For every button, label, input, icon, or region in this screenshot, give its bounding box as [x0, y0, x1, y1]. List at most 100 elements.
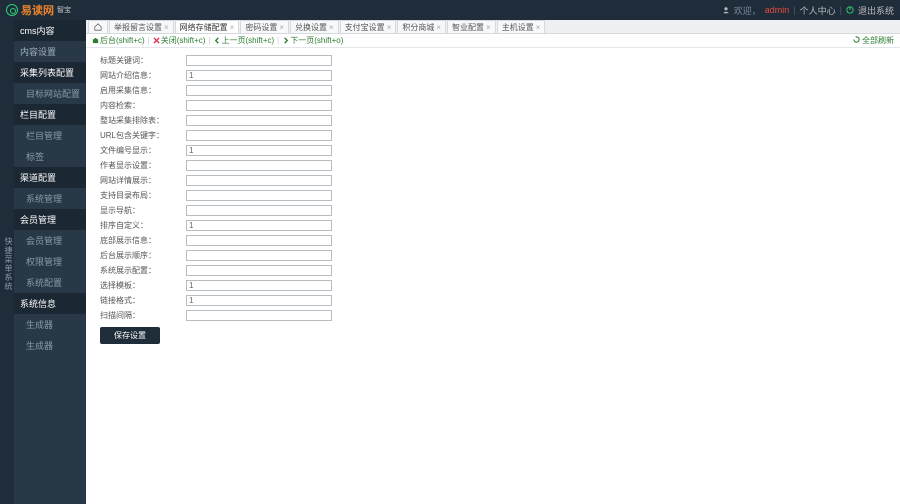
form-row-9: 支持目录布局：	[100, 189, 886, 201]
sidebar-item-0[interactable]: cms内容	[14, 20, 86, 41]
close-icon[interactable]: ×	[329, 23, 334, 32]
field-input-8[interactable]	[186, 175, 332, 186]
account-link[interactable]: 个人中心	[800, 4, 836, 17]
field-label: 作者显示设置：	[100, 160, 186, 171]
field-input-2[interactable]	[186, 85, 332, 96]
toolbar-label: 上一页(shift+c)	[222, 35, 275, 46]
form-row-10: 显示导航：	[100, 204, 886, 216]
form-row-6: 文件编号显示：	[100, 144, 886, 156]
sidebar-item-7[interactable]: 渠道配置	[14, 167, 86, 188]
tab-5[interactable]: 支付宝设置×	[340, 20, 397, 33]
tab-6[interactable]: 积分商城×	[397, 20, 446, 33]
field-input-5[interactable]	[186, 130, 332, 141]
field-input-3[interactable]	[186, 100, 332, 111]
close-icon[interactable]: ×	[486, 23, 491, 32]
sidebar-item-10[interactable]: 会员管理	[14, 230, 86, 251]
form-row-1: 网站介绍信息：	[100, 69, 886, 81]
tab-label: 积分商城	[402, 22, 434, 33]
field-input-1[interactable]	[186, 70, 332, 81]
close-icon[interactable]: ×	[387, 23, 392, 32]
sidebar-item-2[interactable]: 采集列表配置	[14, 62, 86, 83]
field-label: 选择模板：	[100, 280, 186, 291]
field-input-4[interactable]	[186, 115, 332, 126]
close-icon[interactable]: ×	[436, 23, 441, 32]
toolbar-label: 后台(shift+c)	[100, 35, 145, 46]
sidebar-item-11[interactable]: 权限管理	[14, 251, 86, 272]
tab-1[interactable]: 举报留言设置×	[109, 20, 174, 33]
toolbar-item-1[interactable]: 关闭(shift+c)	[153, 35, 206, 46]
sidebar-item-5[interactable]: 栏目管理	[14, 125, 86, 146]
field-label: 支持目录布局：	[100, 190, 186, 201]
close-icon[interactable]: ×	[279, 23, 284, 32]
field-input-0[interactable]	[186, 55, 332, 66]
form-row-14: 系统展示配置：	[100, 264, 886, 276]
field-input-15[interactable]	[186, 280, 332, 291]
form-row-16: 链接格式：	[100, 294, 886, 306]
sidebar-item-9[interactable]: 会员管理	[14, 209, 86, 230]
tabs-bar: 举报留言设置×网络存储配置×密码设置×兑换设置×支付宝设置×积分商城×智业配置×…	[86, 20, 900, 34]
tab-4[interactable]: 兑换设置×	[290, 20, 339, 33]
tab-3[interactable]: 密码设置×	[240, 20, 289, 33]
field-input-7[interactable]	[186, 160, 332, 171]
toolbar-item-0[interactable]: 后台(shift+c)	[92, 35, 145, 46]
sidebar-item-1[interactable]: 内容设置	[14, 41, 86, 62]
field-input-13[interactable]	[186, 250, 332, 261]
close-icon[interactable]: ×	[230, 23, 235, 32]
sidebar-item-15[interactable]: 生成器	[14, 335, 86, 356]
field-label: 链接格式：	[100, 295, 186, 306]
field-input-11[interactable]	[186, 220, 332, 231]
field-input-14[interactable]	[186, 265, 332, 276]
field-input-12[interactable]	[186, 235, 332, 246]
field-label: 启用采集信息：	[100, 85, 186, 96]
close-icon[interactable]: ×	[164, 23, 169, 32]
tab-0[interactable]	[88, 20, 108, 33]
field-label: 扫描间隔：	[100, 310, 186, 321]
submit-button[interactable]: 保存设置	[100, 327, 160, 344]
field-input-6[interactable]	[186, 145, 332, 156]
field-label: 系统展示配置：	[100, 265, 186, 276]
sidebar-item-4[interactable]: 栏目配置	[14, 104, 86, 125]
toolbar-item-2[interactable]: 上一页(shift+c)	[214, 35, 275, 46]
toolbar-icon-1	[153, 37, 160, 44]
tab-label: 智业配置	[452, 22, 484, 33]
form-area: 标题关键词：网站介绍信息：启用采集信息：内容检索：整站采集排除表：URL包含关键…	[86, 48, 900, 504]
logout-icon	[846, 6, 854, 14]
toolbar-item-3[interactable]: 下一页(shift+o)	[282, 35, 343, 46]
field-input-17[interactable]	[186, 310, 332, 321]
tab-label: 举报留言设置	[114, 22, 162, 33]
form-row-3: 内容检索：	[100, 99, 886, 111]
sidebar-item-8[interactable]: 系统管理	[14, 188, 86, 209]
field-label: 显示导航：	[100, 205, 186, 216]
field-input-10[interactable]	[186, 205, 332, 216]
form-row-12: 底部展示信息：	[100, 234, 886, 246]
tab-8[interactable]: 主机设置×	[497, 20, 546, 33]
field-label: 底部展示信息：	[100, 235, 186, 246]
sidebar-item-13[interactable]: 系统信息	[14, 293, 86, 314]
tab-7[interactable]: 智业配置×	[447, 20, 496, 33]
refresh-link[interactable]: 全部刷新	[853, 35, 894, 46]
username: admin	[765, 5, 790, 15]
field-label: 网站介绍信息：	[100, 70, 186, 81]
sidebar-item-6[interactable]: 标签	[14, 146, 86, 167]
sidebar-item-3[interactable]: 目标网站配置	[14, 83, 86, 104]
sidebar-item-12[interactable]: 系统配置	[14, 272, 86, 293]
topbar: 易读网 智宝 欢迎， admin | 个人中心 | 退出系统	[0, 0, 900, 20]
form-row-4: 整站采集排除表：	[100, 114, 886, 126]
brand-sub: 智宝	[57, 7, 71, 14]
toolbar-icon-3	[282, 37, 289, 44]
home-icon	[94, 23, 102, 31]
form-row-13: 后台展示顺序：	[100, 249, 886, 261]
tab-label: 网络存储配置	[180, 22, 228, 33]
tab-label: 主机设置	[502, 22, 534, 33]
field-label: 网站详情展示：	[100, 175, 186, 186]
user-icon	[722, 6, 730, 14]
field-input-16[interactable]	[186, 295, 332, 306]
sidebar-item-14[interactable]: 生成器	[14, 314, 86, 335]
form-row-5: URL包含关键字：	[100, 129, 886, 141]
logout-link[interactable]: 退出系统	[858, 4, 894, 17]
tab-2[interactable]: 网络存储配置×	[175, 20, 240, 33]
field-input-9[interactable]	[186, 190, 332, 201]
field-label: 内容检索：	[100, 100, 186, 111]
sidebar: cms内容内容设置采集列表配置目标网站配置栏目配置栏目管理标签渠道配置系统管理会…	[14, 20, 86, 504]
close-icon[interactable]: ×	[536, 23, 541, 32]
